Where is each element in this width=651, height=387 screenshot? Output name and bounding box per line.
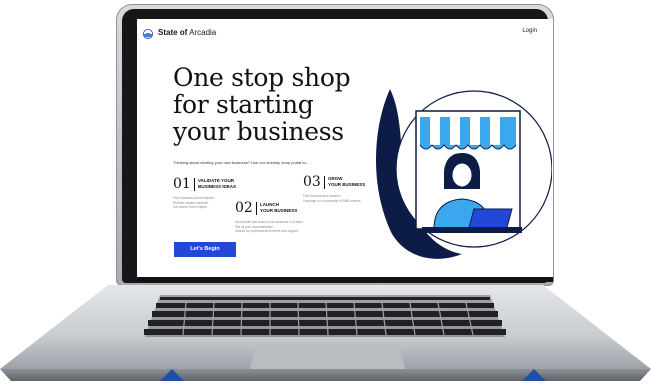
hero-title-line: One stop shop <box>173 63 351 92</box>
step-number: 02 <box>235 200 253 216</box>
step-details: Incorporate and launch your business in … <box>235 220 303 233</box>
brand-name[interactable]: State of Arcadia <box>158 28 216 37</box>
state-logo-icon[interactable] <box>143 29 153 39</box>
step-details: Find business plan templates Perform mar… <box>173 196 215 209</box>
step-number: 03 <box>303 174 321 190</box>
step-divider <box>256 202 257 215</box>
screen-bottom-strip <box>137 277 553 282</box>
step-number: 01 <box>173 176 191 192</box>
step-divider <box>324 176 325 189</box>
hero-intro-text: Thinking about starting your own busines… <box>173 160 310 165</box>
hero-title: One stop shop for starting your business <box>173 64 393 145</box>
hero-title-line: your business <box>173 117 344 146</box>
step-heading: VALIDATE YOUR BUSINESS IDEAS <box>198 178 237 189</box>
step-details: Find mentors and coaches Leverage our co… <box>303 194 361 203</box>
hero-title-line: for starting <box>173 90 314 119</box>
lets-begin-button[interactable]: Let's Begin <box>174 242 236 257</box>
laptop-screen: State of Arcadia Login One stop shop for… <box>137 19 553 277</box>
laptop-keyboard-base <box>0 285 651 381</box>
shop-owner-illustration <box>376 89 552 259</box>
step-heading: LAUNCH YOUR BUSINESS <box>260 202 298 213</box>
top-nav: State of Arcadia Login <box>137 19 553 49</box>
step-divider <box>194 178 195 191</box>
login-link[interactable]: Login <box>522 28 537 34</box>
step-heading: GROW YOUR BUSINESS <box>328 176 366 187</box>
